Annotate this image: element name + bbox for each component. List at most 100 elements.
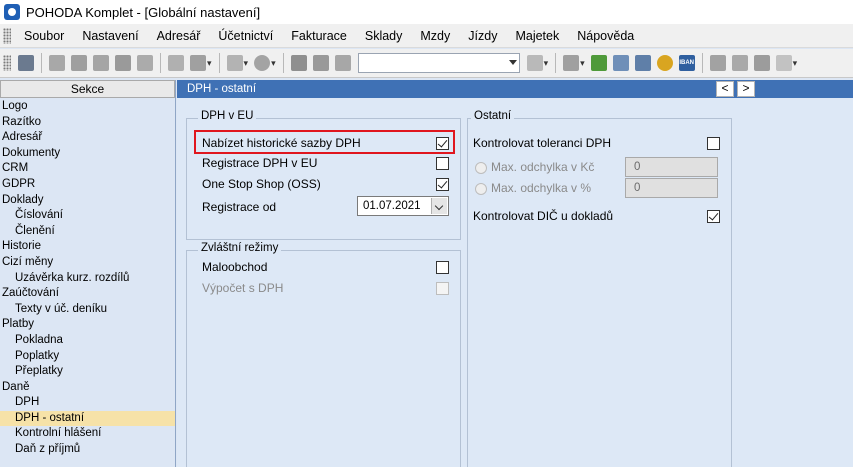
- toolbar-separator: [282, 53, 284, 73]
- oss-checkbox[interactable]: [436, 178, 449, 191]
- max-kc-input: 0: [625, 157, 718, 177]
- menu-soubor[interactable]: Soubor: [15, 29, 73, 43]
- chevron-down-icon[interactable]: ▾: [544, 58, 549, 69]
- section-gdpr[interactable]: GDPR: [0, 177, 175, 193]
- section-cizi-meny[interactable]: Cizí měny: [0, 255, 175, 271]
- historic-rates-checkbox[interactable]: [436, 137, 449, 150]
- section-cislovani[interactable]: Číslování: [0, 208, 175, 224]
- menu-jizdy[interactable]: Jízdy: [459, 29, 506, 43]
- menu-napoveda[interactable]: Nápověda: [568, 29, 643, 43]
- menu-fakturace[interactable]: Fakturace: [282, 29, 356, 43]
- iban-icon[interactable]: IBAN: [678, 55, 695, 71]
- message-icon[interactable]: [709, 55, 726, 71]
- chevron-down-icon[interactable]: [508, 60, 517, 65]
- filter-icon[interactable]: [526, 55, 543, 71]
- section-poplatky[interactable]: Poplatky: [0, 349, 175, 365]
- retail-checkbox[interactable]: [436, 261, 449, 274]
- section-dph-ostatni[interactable]: DPH - ostatní: [0, 410, 175, 427]
- group-dph-eu-title: DPH v EU: [198, 110, 257, 122]
- sections-panel: Sekce Logo Razítko Adresář Dokumenty CRM…: [0, 80, 176, 467]
- tolerance-checkbox[interactable]: [707, 137, 720, 150]
- print-icon[interactable]: [71, 55, 87, 71]
- chevron-down-icon[interactable]: ▾: [244, 58, 249, 69]
- section-uzaverka[interactable]: Uzávěrka kurz. rozdílů: [0, 271, 175, 287]
- section-texty[interactable]: Texty v úč. deníku: [0, 302, 175, 318]
- historic-rates-label: Nabízet historické sazby DPH: [202, 136, 361, 150]
- registration-from-value: 01.07.2021: [363, 200, 421, 212]
- section-logo[interactable]: Logo: [0, 99, 175, 115]
- copy-icon[interactable]: [49, 55, 65, 71]
- app-logo-icon: [4, 4, 20, 20]
- window-title: POHODA Komplet - [Globální nastavení]: [26, 4, 261, 20]
- section-dane[interactable]: Daně: [0, 380, 175, 396]
- save-icon[interactable]: [290, 55, 307, 71]
- dic-checkbox[interactable]: [707, 210, 720, 223]
- max-kc-label: Max. odchylka v Kč: [491, 160, 595, 174]
- menu-nastaveni[interactable]: Nastavení: [73, 29, 147, 43]
- section-razitko[interactable]: Razítko: [0, 115, 175, 131]
- section-pokladna[interactable]: Pokladna: [0, 333, 175, 349]
- money-icon[interactable]: [590, 55, 607, 71]
- new-icon[interactable]: [18, 55, 34, 71]
- menu-sklady[interactable]: Sklady: [356, 29, 412, 43]
- toolbar-separator: [160, 53, 161, 73]
- settings-icon[interactable]: [254, 55, 271, 71]
- menu-mzdy[interactable]: Mzdy: [411, 29, 459, 43]
- toolbar: ▾ ▾ ▾ ▾ ▾ IBAN ▾: [0, 49, 853, 78]
- section-dan-z-prijmu[interactable]: Daň z příjmů: [0, 442, 175, 458]
- calculator-icon[interactable]: [634, 55, 651, 71]
- panel-title-bar: DPH - ostatní < >: [177, 80, 853, 98]
- toolbar-separator: [555, 53, 557, 73]
- help-icon[interactable]: [775, 55, 792, 71]
- section-kontrolni-hlaseni[interactable]: Kontrolní hlášení: [0, 426, 175, 442]
- delete-icon[interactable]: [312, 55, 329, 71]
- back-icon[interactable]: [226, 55, 243, 71]
- search-input[interactable]: [357, 53, 520, 73]
- section-crm[interactable]: CRM: [0, 161, 175, 177]
- group-special-title: Zvláštní režimy: [198, 242, 282, 254]
- section-cleneni[interactable]: Členění: [0, 224, 175, 240]
- chevron-down-icon[interactable]: [431, 198, 447, 214]
- section-platby[interactable]: Platby: [0, 317, 175, 333]
- sections-tree: Logo Razítko Adresář Dokumenty CRM GDPR …: [0, 98, 175, 458]
- grip-icon[interactable]: [3, 27, 11, 44]
- section-zauctovani[interactable]: Zaúčtování: [0, 286, 175, 302]
- tolerance-label: Kontrolovat toleranci DPH: [473, 136, 612, 150]
- toolbar-grip-icon[interactable]: [3, 55, 11, 71]
- chevron-down-icon[interactable]: ▾: [207, 58, 212, 69]
- section-dokumenty[interactable]: Dokumenty: [0, 146, 175, 162]
- section-historie[interactable]: Historie: [0, 239, 175, 255]
- prev-button[interactable]: <: [716, 81, 734, 97]
- oss-label: One Stop Shop (OSS): [202, 177, 321, 191]
- retail-label: Maloobchod: [202, 260, 268, 274]
- max-kc-radio[interactable]: [475, 162, 487, 174]
- section-dph[interactable]: DPH: [0, 395, 175, 411]
- menu-ucetnictvi[interactable]: Účetnictví: [209, 29, 282, 43]
- page-icon[interactable]: [168, 55, 184, 71]
- registration-eu-checkbox[interactable]: [436, 157, 449, 170]
- section-adresar[interactable]: Adresář: [0, 130, 175, 146]
- chevron-down-icon[interactable]: ▾: [793, 58, 798, 69]
- registration-from-date[interactable]: 01.07.2021: [357, 196, 449, 216]
- section-preplatky[interactable]: Přeplatky: [0, 364, 175, 380]
- calc-icon[interactable]: [612, 55, 629, 71]
- folder-icon[interactable]: [563, 55, 580, 71]
- menu-majetek[interactable]: Majetek: [506, 29, 568, 43]
- section-doklady[interactable]: Doklady: [0, 193, 175, 209]
- chevron-down-icon[interactable]: ▾: [271, 58, 276, 69]
- window-icon[interactable]: [731, 55, 748, 71]
- doc-icon[interactable]: [137, 55, 153, 71]
- calc-with-vat-label: Výpočet s DPH: [202, 281, 284, 295]
- chat-icon[interactable]: [753, 55, 770, 71]
- coins-icon[interactable]: [656, 55, 673, 71]
- check-icon[interactable]: [190, 55, 206, 71]
- chevron-down-icon[interactable]: ▾: [580, 58, 585, 69]
- preview-icon[interactable]: [93, 55, 109, 71]
- max-pct-radio[interactable]: [475, 183, 487, 195]
- sections-header: Sekce: [0, 80, 175, 98]
- list-icon[interactable]: [334, 55, 351, 71]
- export-icon[interactable]: [115, 55, 131, 71]
- menu-adresar[interactable]: Adresář: [148, 29, 210, 43]
- next-button[interactable]: >: [737, 81, 755, 97]
- toolbar-separator: [41, 53, 42, 73]
